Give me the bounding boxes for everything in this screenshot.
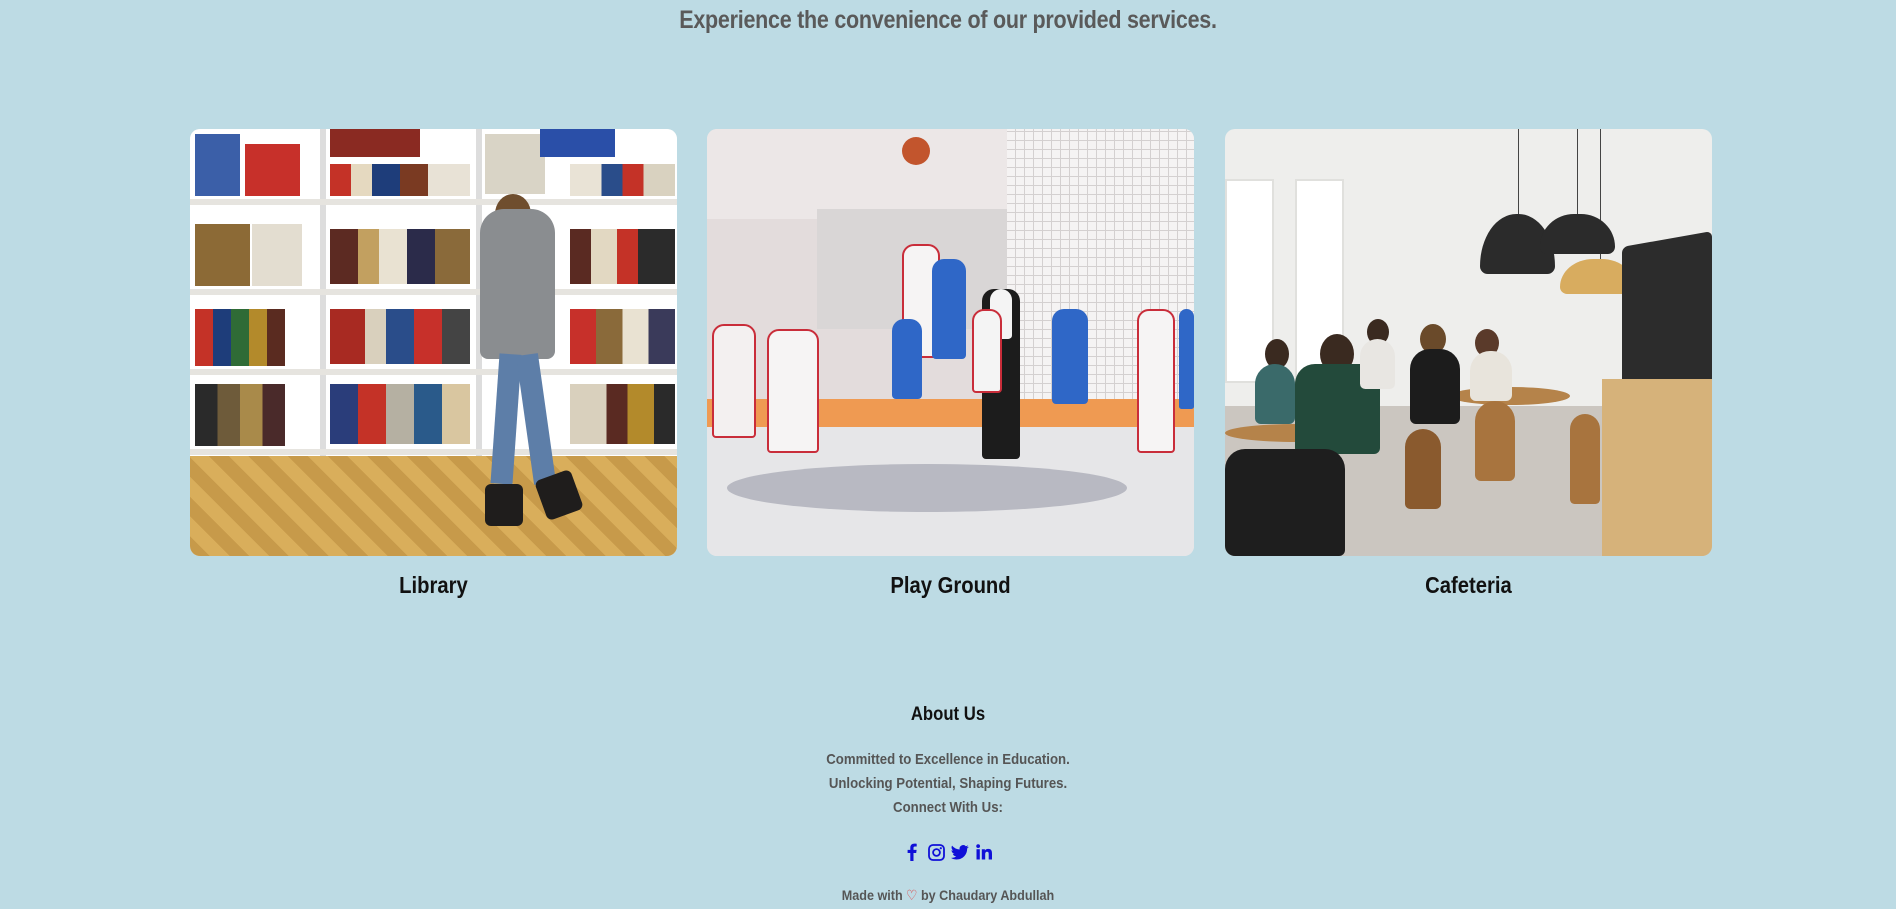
playground-image [707, 129, 1194, 556]
twitter-icon[interactable] [951, 843, 969, 861]
social-links [0, 843, 1896, 861]
library-image [190, 129, 677, 556]
about-line-2: Unlocking Potential, Shaping Futures. [828, 775, 1068, 792]
connect-label: Connect With Us: [893, 799, 1003, 816]
service-title-library: Library [399, 572, 468, 598]
facebook-icon[interactable] [903, 843, 921, 861]
about-line-1: Committed to Excellence in Education. [826, 751, 1070, 768]
heart-icon: ♡ [906, 887, 918, 903]
credit-prefix: Made with [841, 887, 903, 903]
linkedin-icon[interactable] [975, 843, 993, 861]
service-title-cafeteria: Cafeteria [1425, 572, 1512, 598]
service-card-cafeteria[interactable]: Cafeteria [1225, 129, 1712, 599]
footer-credit: Made with ♡ by Chaudary Abdullah [95, 887, 1801, 904]
service-card-playground[interactable]: Play Ground [707, 129, 1194, 599]
credit-author: by Chaudary Abdullah [920, 887, 1055, 903]
instagram-icon[interactable] [927, 843, 945, 861]
cafeteria-image [1225, 129, 1712, 556]
service-card-library[interactable]: Library [190, 129, 677, 599]
service-title-playground: Play Ground [890, 572, 1011, 598]
about-us-title: About Us [910, 704, 986, 725]
services-tagline: Experience the convenience of our provid… [679, 6, 1217, 34]
